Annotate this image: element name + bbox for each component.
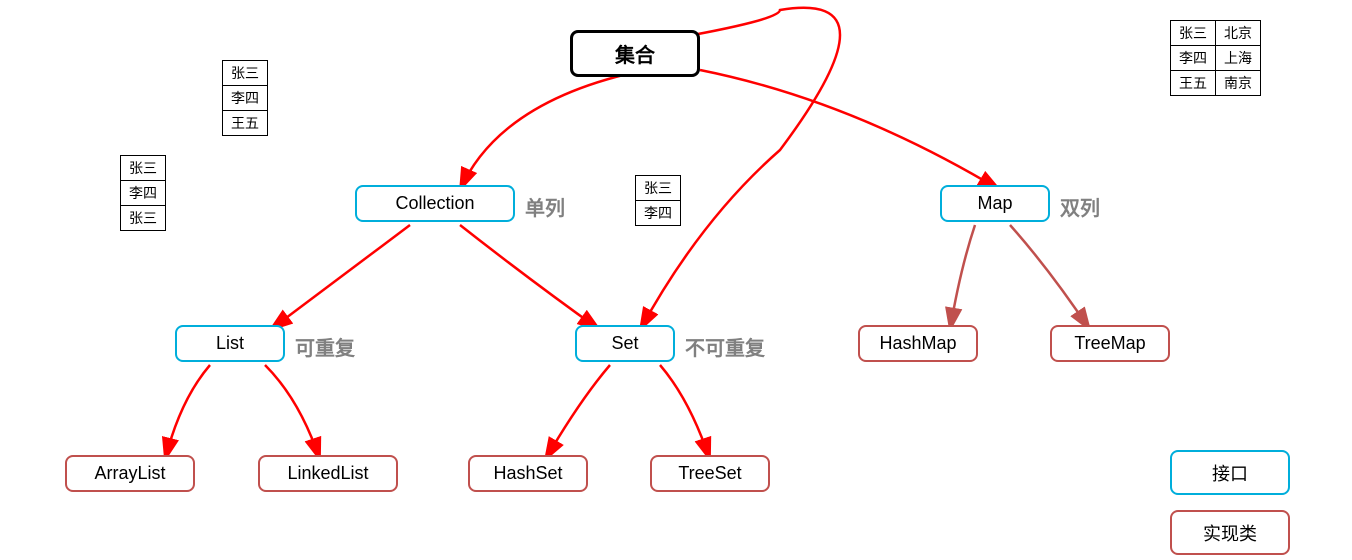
- label-kechongfu: 可重复: [295, 332, 355, 361]
- node-list: List: [175, 325, 285, 362]
- label-danlie: 单列: [525, 192, 565, 221]
- node-set: Set: [575, 325, 675, 362]
- node-map: Map: [940, 185, 1050, 222]
- diagram-container: 集合 Collection 单列 Map 双列 List 可重复 Set 不可重…: [0, 0, 1352, 560]
- node-collection: Collection: [355, 185, 515, 222]
- legend-interface-box: 接口: [1170, 450, 1290, 495]
- legend-impl-label: 实现类: [1203, 520, 1257, 546]
- legend-impl-box: 实现类: [1170, 510, 1290, 555]
- node-arraylist: ArrayList: [65, 455, 195, 492]
- node-treeset: TreeSet: [650, 455, 770, 492]
- node-hashset: HashSet: [468, 455, 588, 492]
- label-bukechongfu: 不可重复: [685, 332, 765, 361]
- table-list-example: 张三李四王五: [222, 60, 268, 136]
- node-treemap: TreeMap: [1050, 325, 1170, 362]
- node-hashmap: HashMap: [858, 325, 978, 362]
- table-list-dup-example: 张三李四张三: [120, 155, 166, 231]
- legend-interface-label: 接口: [1212, 460, 1248, 486]
- table-top-right: 张三北京李四上海王五南京: [1170, 20, 1261, 96]
- label-shuanglie: 双列: [1060, 192, 1100, 221]
- table-set-example: 张三李四: [635, 175, 681, 226]
- node-root: 集合: [570, 30, 700, 77]
- node-linkedlist: LinkedList: [258, 455, 398, 492]
